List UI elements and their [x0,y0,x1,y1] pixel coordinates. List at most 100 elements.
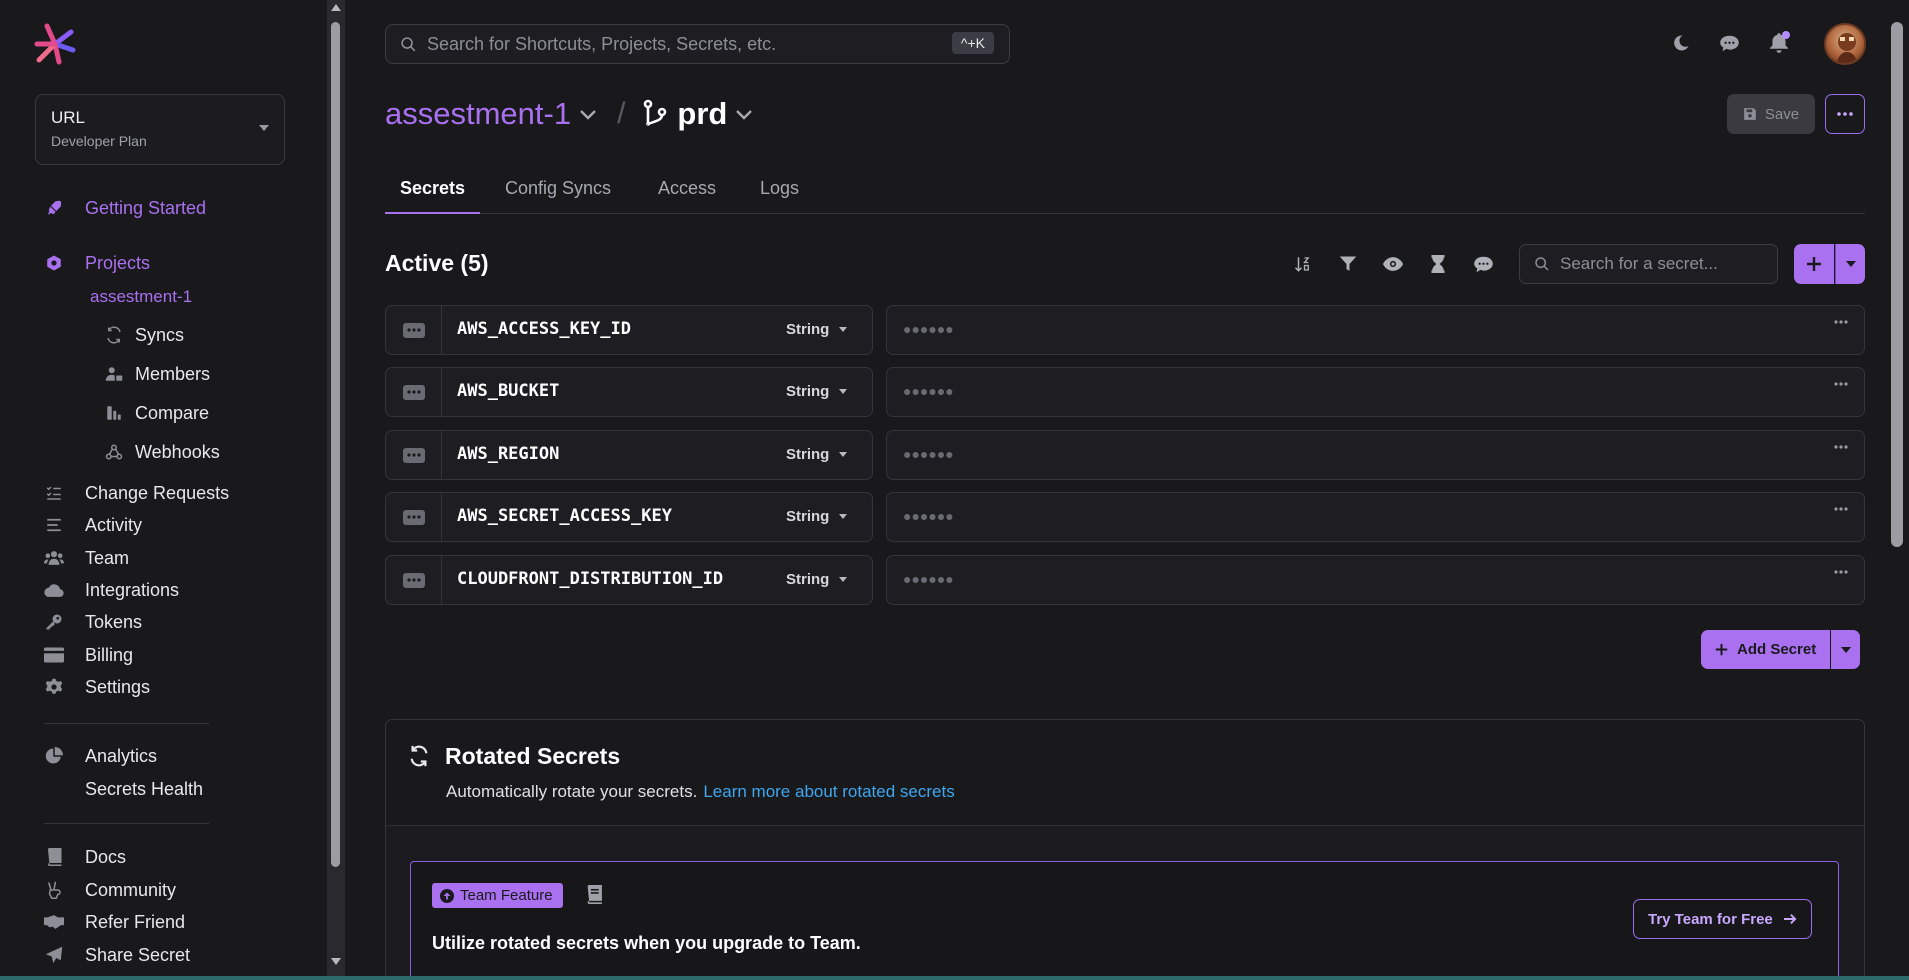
secret-value-box[interactable]: ●●●●●● [886,555,1865,605]
sidebar-scroll-thumb[interactable] [331,22,340,867]
ellipsis-icon[interactable] [1834,445,1848,449]
cloud-icon [44,580,64,600]
ellipsis-icon[interactable] [1834,382,1848,386]
tab-secrets[interactable]: Secrets [385,178,481,214]
secret-options-button[interactable] [386,368,442,416]
main-scrollbar[interactable] [1886,0,1909,980]
nav-team[interactable]: Team [44,546,129,570]
nav-projects[interactable]: Projects [44,251,150,275]
secret-search-input[interactable] [1560,254,1777,274]
nav-project-assestment-1[interactable]: assestment-1 [90,287,192,307]
secret-key[interactable]: AWS_SECRET_ACCESS_KEY [457,506,672,526]
nav-tokens[interactable]: Tokens [44,610,142,634]
secret-type-select[interactable]: String [786,321,848,338]
rotated-secrets-title: Rotated Secrets [445,743,621,769]
nav-activity[interactable]: Activity [44,513,142,537]
comment-icon[interactable] [1472,253,1494,275]
nav-settings[interactable]: Settings [44,675,150,699]
environment-name[interactable]: prd [677,96,727,132]
eye-icon[interactable] [1382,253,1404,275]
scroll-up-icon[interactable] [331,4,341,11]
nav-integrations[interactable]: Integrations [44,578,179,602]
plus-icon [1807,257,1821,271]
org-selector[interactable]: URL Developer Plan [35,94,285,165]
chat-icon[interactable] [1718,32,1740,54]
secret-type-select[interactable]: String [786,383,848,400]
add-options-button[interactable] [1835,244,1865,284]
nav-change-requests[interactable]: Change Requests [44,481,229,505]
global-search[interactable]: ^+K [385,24,1010,64]
webhook-icon [104,442,124,462]
chevron-down-icon[interactable] [579,108,597,120]
avatar[interactable] [1824,23,1866,65]
secret-value-masked: ●●●●●● [903,383,954,399]
add-secret-button[interactable]: Add Secret [1701,630,1831,669]
secret-type-select[interactable]: String [786,446,848,463]
description-text: Automatically rotate your secrets. [446,782,698,801]
add-secret-options-button[interactable] [1831,630,1861,669]
users-icon [44,548,64,568]
secret-type-select[interactable]: String [786,508,848,525]
nav-community[interactable]: Community [44,878,176,902]
secret-options-button[interactable] [386,431,442,479]
nav-refer-friend[interactable]: Refer Friend [44,910,185,934]
secret-options-button[interactable] [386,556,442,604]
nav-share-secret[interactable]: Share Secret [44,943,190,967]
nav-label: Secrets Health [85,778,204,799]
add-button[interactable] [1794,244,1834,284]
hourglass-icon[interactable] [1427,253,1449,275]
secret-key[interactable]: AWS_REGION [457,444,559,464]
secret-value-box[interactable]: ●●●●●● [886,367,1865,417]
filter-icon[interactable] [1337,253,1359,275]
save-label: Save [1764,105,1800,123]
secret-key-box: AWS_BUCKET String [385,367,873,417]
nav-billing[interactable]: Billing [44,643,133,667]
nav-getting-started[interactable]: Getting Started [44,196,206,220]
ellipsis-icon[interactable] [1834,507,1848,511]
more-options-button[interactable] [1825,94,1865,134]
project-name[interactable]: assestment-1 [385,96,571,132]
save-button[interactable]: Save [1727,94,1815,134]
secret-type: String [786,508,830,525]
secret-value-box[interactable]: ●●●●●● [886,430,1865,480]
nav-webhooks[interactable]: Webhooks [104,440,220,464]
learn-more-link[interactable]: Learn more about rotated secrets [703,782,954,801]
nav-compare[interactable]: Compare [104,401,209,425]
main-scroll-thumb[interactable] [1891,22,1903,547]
moon-icon[interactable] [1670,32,1692,54]
caret-down-icon [1845,261,1856,267]
secret-value-box[interactable]: ●●●●●● [886,492,1865,542]
book-icon[interactable] [586,885,602,904]
nav-analytics[interactable]: Analytics [44,744,157,768]
scroll-down-icon[interactable] [331,958,341,965]
secret-key-box: AWS_REGION String [385,430,873,480]
sync-icon [104,325,124,345]
ellipsis-icon[interactable] [1834,320,1848,324]
app-logo[interactable] [33,22,77,66]
secret-search[interactable] [1519,244,1778,284]
secret-type-select[interactable]: String [786,571,848,588]
nav-secrets-health[interactable]: Secrets Health [85,777,203,801]
nav-docs[interactable]: Docs [44,845,126,869]
secret-row: CLOUDFRONT_DISTRIBUTION_ID String ●●●●●● [385,555,1865,605]
rotate-icon [408,745,430,767]
tab-access[interactable]: Access [658,178,716,214]
gear-icon [44,677,64,697]
secret-key[interactable]: CLOUDFRONT_DISTRIBUTION_ID [457,569,723,589]
secret-options-button[interactable] [386,306,442,354]
tab-logs[interactable]: Logs [760,178,799,214]
secret-value-box[interactable]: ●●●●●● [886,305,1865,355]
section-title: Active (5) [385,250,489,276]
sort-icon[interactable] [1292,253,1314,275]
nav-members[interactable]: Members [104,362,210,386]
tab-config-syncs[interactable]: Config Syncs [505,178,611,214]
global-search-input[interactable] [427,33,1009,55]
secret-key[interactable]: AWS_BUCKET [457,381,559,401]
chevron-down-icon[interactable] [735,108,753,120]
nav-syncs[interactable]: Syncs [104,323,184,347]
secret-key[interactable]: AWS_ACCESS_KEY_ID [457,319,631,339]
secret-options-button[interactable] [386,493,442,541]
ellipsis-icon[interactable] [1834,570,1848,574]
ellipsis-icon [402,509,425,525]
try-team-button[interactable]: Try Team for Free [1633,899,1812,939]
